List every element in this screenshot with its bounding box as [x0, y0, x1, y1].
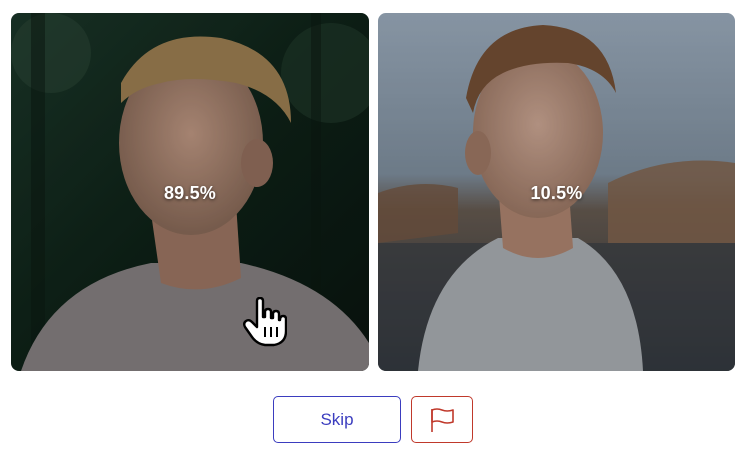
left-photo-option[interactable]: 89.5% — [11, 13, 369, 371]
action-bar: Skip — [0, 396, 746, 443]
skip-button[interactable]: Skip — [273, 396, 401, 443]
right-percentage-label: 10.5% — [530, 183, 583, 203]
vote-screen: 89.5% 10.5% Skip — [0, 0, 746, 455]
report-button[interactable] — [411, 396, 473, 443]
flag-icon — [431, 407, 454, 432]
right-photo-option[interactable]: 10.5% — [378, 13, 735, 371]
left-percentage-label: 89.5% — [163, 183, 217, 203]
